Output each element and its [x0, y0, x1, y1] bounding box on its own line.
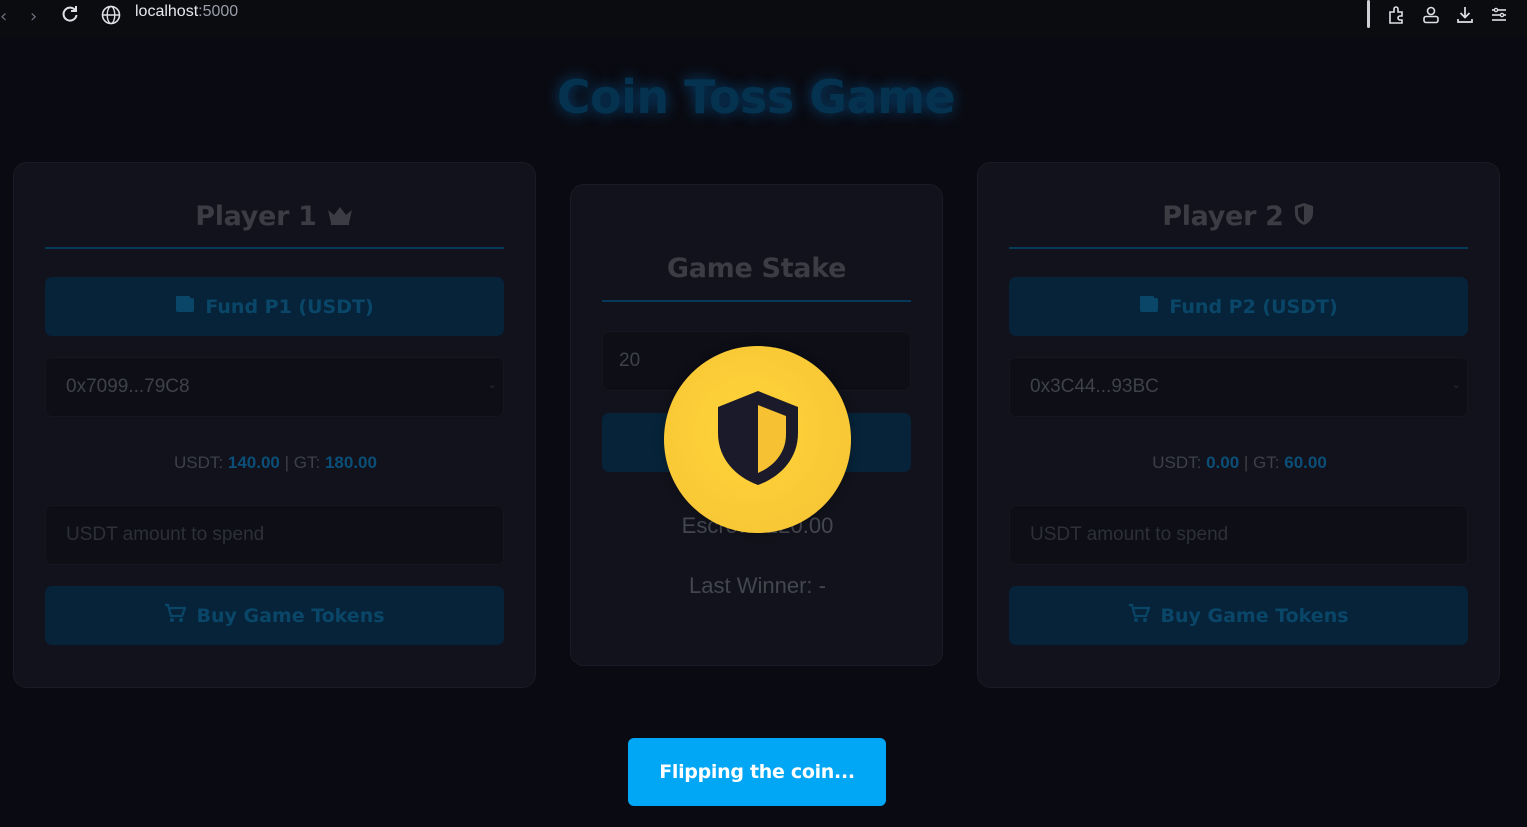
page-title: Coin Toss Game — [556, 70, 956, 124]
player1-address-value: 0x7099...79C8 — [66, 376, 190, 397]
player1-usdt-value: 140.00 — [227, 453, 280, 472]
stake-heading: Game Stake — [666, 253, 847, 284]
player1-divider — [45, 247, 504, 249]
stake-value: 20 — [619, 350, 641, 371]
player1-gt-value: 180.00 — [324, 453, 377, 472]
url-port: :5000 — [198, 3, 239, 20]
player1-amount-placeholder: USDT amount to spend — [66, 524, 265, 545]
player1-usdt-label: USDT: — [174, 453, 224, 472]
player1-buy-label: Buy Game Tokens — [196, 604, 385, 627]
player2-card: Player 2 Fund P2 (USDT) 0x3C44...93BC ⌄ … — [977, 162, 1500, 688]
chevron-down-icon: ⌄ — [1451, 379, 1461, 391]
extensions-icon[interactable] — [1386, 4, 1408, 26]
player2-amount-placeholder: USDT amount to spend — [1030, 524, 1229, 545]
last-winner-text: Last Winner: - — [689, 573, 826, 598]
player1-buy-button[interactable]: Buy Game Tokens — [45, 586, 504, 645]
player2-amount-input[interactable]: USDT amount to spend — [1009, 505, 1468, 565]
shield-icon — [710, 387, 806, 493]
stake-divider — [602, 300, 911, 302]
profile-icon[interactable] — [1420, 4, 1442, 26]
player1-gt-label: GT: — [293, 453, 321, 472]
download-icon[interactable] — [1454, 4, 1476, 26]
cart-icon — [1128, 603, 1152, 628]
player2-balance-separator: | — [1243, 453, 1249, 472]
forward-icon[interactable]: › — [30, 6, 37, 27]
crown-icon — [326, 202, 354, 233]
wallet-icon — [1139, 295, 1159, 318]
player1-heading-text: Player 1 — [195, 201, 317, 232]
reload-icon[interactable] — [60, 4, 82, 26]
menu-icon[interactable] — [1488, 4, 1510, 26]
flipping-coin — [664, 346, 851, 533]
player2-buy-label: Buy Game Tokens — [1160, 604, 1349, 627]
player2-heading-text: Player 2 — [1162, 201, 1284, 232]
player2-balance: USDT: 0.00 | GT: 60.00 — [978, 453, 1501, 473]
fund-p1-button[interactable]: Fund P1 (USDT) — [45, 277, 504, 336]
shield-icon — [1293, 202, 1315, 233]
player2-usdt-label: USDT: — [1152, 453, 1202, 472]
player2-address-value: 0x3C44...93BC — [1030, 376, 1159, 397]
browser-toolbar: ‹ › localhost:5000 — [0, 0, 1527, 36]
player1-address-select[interactable]: 0x7099...79C8 ⌄ — [45, 357, 504, 417]
flipping-status-button[interactable]: Flipping the coin... — [628, 738, 886, 806]
address-bar[interactable]: localhost:5000 — [135, 3, 238, 21]
fund-p2-label: Fund P2 (USDT) — [1169, 295, 1338, 318]
player2-gt-label: GT: — [1253, 453, 1280, 472]
fund-p1-label: Fund P1 (USDT) — [205, 295, 374, 318]
player2-address-select[interactable]: 0x3C44...93BC ⌄ — [1009, 357, 1468, 417]
player1-heading: Player 1 — [14, 201, 535, 233]
url-host: localhost — [135, 3, 199, 20]
player1-balance: USDT: 140.00 | GT: 180.00 — [14, 453, 537, 473]
wallet-icon — [175, 295, 195, 318]
player2-buy-button[interactable]: Buy Game Tokens — [1009, 586, 1468, 645]
back-icon[interactable]: ‹ — [0, 6, 7, 27]
chevron-down-icon: ⌄ — [487, 379, 497, 391]
player2-usdt-value: 0.00 — [1206, 453, 1240, 472]
globe-icon — [100, 4, 122, 26]
player1-card: Player 1 Fund P1 (USDT) 0x7099...79C8 ⌄ … — [13, 162, 536, 688]
toolbar-divider — [1367, 0, 1370, 28]
player2-gt-value: 60.00 — [1284, 453, 1327, 472]
game-page: Coin Toss Game Player 1 Fund P1 (USDT) 0… — [0, 36, 1527, 827]
fund-p2-button[interactable]: Fund P2 (USDT) — [1009, 277, 1468, 336]
player1-amount-input[interactable]: USDT amount to spend — [45, 505, 504, 565]
player2-heading: Player 2 — [978, 201, 1499, 233]
player1-balance-separator: | — [284, 453, 290, 472]
cart-icon — [164, 603, 188, 628]
player2-divider — [1009, 247, 1468, 249]
